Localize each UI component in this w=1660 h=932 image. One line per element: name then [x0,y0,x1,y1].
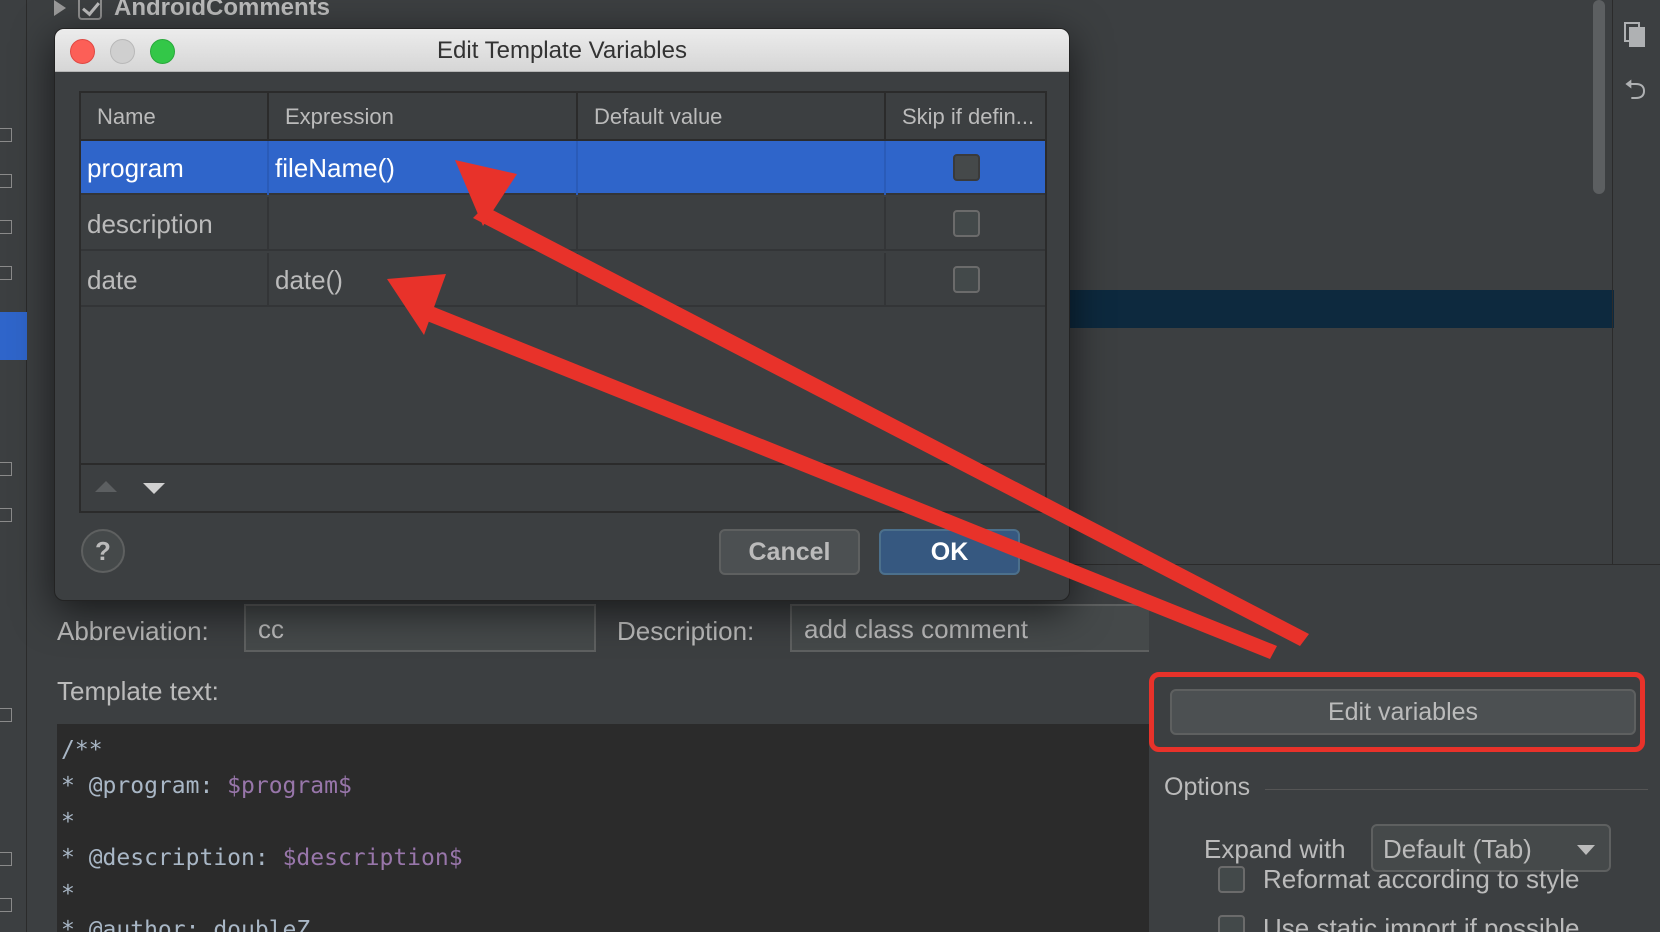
chevron-down-icon [1577,845,1595,855]
cell-expression[interactable] [269,197,578,251]
cell-name[interactable]: program [81,141,269,195]
copy-icon[interactable] [1624,22,1646,48]
template-line: * [61,881,75,907]
reformat-checkbox[interactable] [1218,866,1245,893]
group-label: AndroidComments [114,0,330,21]
file-icon [0,220,12,234]
column-header-expression[interactable]: Expression [269,93,578,141]
cell-name[interactable]: date [81,253,269,307]
template-line: * @author: doubleZ [61,917,311,932]
cell-skip [886,197,1045,251]
column-header-skip[interactable]: Skip if defin... [886,93,1045,141]
undo-icon[interactable]: ⮌ [1624,76,1646,104]
cell-default-value[interactable] [578,253,886,307]
table-row[interactable]: date date() [81,253,1045,307]
column-header-default-value[interactable]: Default value [578,93,886,141]
cell-expression[interactable]: fileName() [269,141,578,195]
edit-template-variables-dialog: Edit Template Variables Name Expression … [54,28,1070,601]
cell-skip [886,253,1045,307]
move-down-icon[interactable] [143,483,165,494]
divider [1265,789,1648,790]
expand-caret-icon[interactable] [54,0,66,16]
file-icon [0,462,12,476]
file-icon [0,708,12,722]
file-icon [0,852,12,866]
template-line: * @description: $description$ [61,845,463,871]
cell-expression[interactable]: date() [269,253,578,307]
skip-checkbox[interactable] [952,266,980,293]
file-icon [0,128,12,142]
divider [1612,0,1613,565]
abbreviation-label: Abbreviation: [57,616,209,646]
dialog-titlebar[interactable]: Edit Template Variables [55,29,1069,72]
options-title: Options [1164,773,1251,801]
template-list-selected-row[interactable] [1016,290,1614,328]
reformat-label: Reformat according to style [1263,864,1580,894]
vertical-scrollbar[interactable] [1593,0,1605,194]
column-header-name[interactable]: Name [81,93,269,141]
file-icon [0,508,12,522]
move-up-icon[interactable] [95,481,117,492]
dialog-title: Edit Template Variables [437,37,687,64]
template-group-row[interactable]: AndroidComments [54,0,330,22]
skip-checkbox[interactable] [952,210,980,237]
table-row[interactable]: program fileName() [81,141,1045,195]
table-header: Name Expression Default value Skip if de… [81,93,1045,141]
left-gutter [0,0,27,932]
file-icon [0,174,12,188]
expand-with-value: Default (Tab) [1383,834,1532,864]
table-row[interactable]: description [81,197,1045,251]
template-line: /** [61,737,103,763]
expand-with-label: Expand with [1204,834,1346,864]
cancel-button[interactable]: Cancel [719,529,860,575]
template-line: * [61,809,75,835]
cell-name[interactable]: description [81,197,269,251]
template-text-editor[interactable]: /** * @program: $program$ * * @descripti… [57,724,1149,932]
gutter-selection [0,312,27,360]
template-line: * @program: $program$ [61,773,352,799]
cell-default-value[interactable] [578,141,886,195]
variables-table: Name Expression Default value Skip if de… [79,91,1047,513]
static-import-label: Use static import if possible [1263,913,1580,932]
cell-default-value[interactable] [578,197,886,251]
template-list [1016,0,1614,565]
ok-button[interactable]: OK [879,529,1020,575]
file-icon [0,266,12,280]
template-text-label: Template text: [57,676,219,706]
cell-skip [886,141,1045,195]
group-checkbox[interactable] [78,0,102,20]
skip-checkbox[interactable] [952,154,980,181]
abbreviation-field[interactable]: cc [244,604,596,652]
edit-variables-button[interactable]: Edit variables [1170,689,1636,735]
description-label: Description: [617,616,755,646]
file-icon [0,898,12,912]
static-import-checkbox[interactable] [1218,915,1245,932]
table-toolbar [81,463,1045,511]
help-button[interactable]: ? [81,529,125,573]
